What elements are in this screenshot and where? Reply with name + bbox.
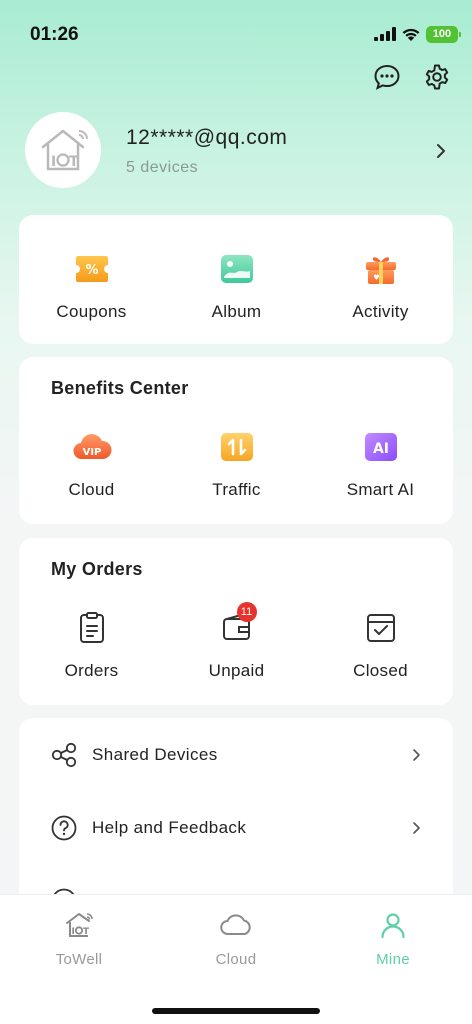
tab-cloud-label: Cloud (215, 951, 257, 968)
gift-icon (361, 249, 401, 289)
vip-cloud-icon: VIP (72, 427, 112, 467)
cloud-icon (220, 909, 252, 941)
help-icon (51, 815, 77, 841)
home-iot-icon: I T (63, 909, 95, 941)
svg-text:T: T (83, 927, 90, 937)
cloud-benefit-item[interactable]: VIP Cloud (19, 427, 164, 500)
settings-button[interactable] (422, 62, 452, 92)
coupons-item[interactable]: % Coupons (19, 249, 164, 322)
chevron-right-icon (413, 749, 420, 761)
benefits-center-title: Benefits Center (51, 378, 189, 398)
home-indicator[interactable] (152, 1008, 320, 1014)
traffic-icon (217, 427, 257, 467)
activity-label: Activity (352, 302, 409, 321)
chevron-right-icon (413, 822, 420, 834)
orders-item[interactable]: Orders (19, 608, 164, 681)
wifi-icon (402, 28, 420, 41)
help-feedback-row[interactable]: Help and Feedback (19, 791, 453, 863)
activity-item[interactable]: Activity (308, 249, 453, 322)
svg-text:I: I (72, 927, 75, 937)
quick-actions-card: % Coupons Album Activity (19, 215, 453, 344)
shared-devices-row[interactable]: Shared Devices (19, 718, 453, 790)
status-bar: 01:26 100 (0, 0, 472, 62)
bottom-tab-bar: I T ToWell Cloud Mine (0, 894, 472, 1024)
svg-text:AI: AI (372, 441, 388, 457)
chevron-right-icon (437, 144, 445, 158)
iot-home-logo-icon: I T (41, 129, 88, 171)
account-email: 12*****@qq.com (126, 126, 288, 149)
traffic-benefit-item[interactable]: Traffic (164, 427, 309, 500)
help-feedback-label: Help and Feedback (92, 818, 247, 837)
album-item[interactable]: Album (164, 249, 309, 322)
coupons-label: Coupons (56, 302, 127, 321)
ai-icon: AI (361, 427, 401, 467)
cloud-benefit-label: Cloud (68, 480, 115, 499)
closed-box-icon (361, 608, 401, 648)
cellular-signal-icon (374, 27, 396, 41)
svg-text:VIP: VIP (82, 447, 101, 458)
album-icon (217, 249, 257, 289)
closed-item[interactable]: Closed (308, 608, 453, 681)
orders-label: Orders (64, 661, 119, 680)
tab-towell-label: ToWell (55, 951, 103, 968)
svg-text:I: I (51, 154, 56, 170)
user-icon (377, 909, 409, 941)
menu-list-card: Shared Devices Help and Feedback (19, 718, 453, 918)
status-time: 01:26 (30, 24, 79, 45)
coupon-icon: % (72, 249, 112, 289)
tab-mine[interactable]: Mine (333, 909, 453, 968)
tab-mine-label: Mine (376, 951, 410, 968)
closed-label: Closed (353, 661, 408, 680)
unpaid-label: Unpaid (208, 661, 265, 680)
wallet-icon: 11 (217, 602, 257, 648)
chat-bubble-icon (374, 64, 400, 90)
album-label: Album (211, 302, 262, 321)
smart-ai-benefit-label: Smart AI (346, 480, 415, 499)
benefits-center-card: Benefits Center VIP Cloud Traffic AI Sma… (19, 357, 453, 524)
tab-cloud[interactable]: Cloud (176, 909, 296, 968)
clipboard-icon (72, 608, 112, 648)
my-orders-card: My Orders Orders 11 Unpaid Closed (19, 538, 453, 705)
smart-ai-benefit-item[interactable]: AI Smart AI (308, 427, 453, 500)
shared-devices-label: Shared Devices (92, 745, 218, 764)
unpaid-item[interactable]: 11 Unpaid (164, 602, 309, 681)
gear-icon (425, 64, 449, 90)
unpaid-count-badge: 11 (236, 602, 257, 622)
share-icon (51, 742, 77, 768)
traffic-benefit-label: Traffic (212, 480, 261, 499)
device-count: 5 devices (126, 159, 199, 176)
my-orders-title: My Orders (51, 559, 143, 579)
profile-header[interactable]: I T 12*****@qq.com 5 devices (25, 112, 455, 192)
messages-button[interactable] (372, 62, 402, 92)
svg-text:%: % (85, 263, 98, 278)
avatar[interactable]: I T (25, 112, 101, 188)
tab-towell[interactable]: I T ToWell (19, 909, 139, 968)
svg-text:T: T (69, 154, 79, 170)
battery-icon: 100 (426, 26, 461, 43)
